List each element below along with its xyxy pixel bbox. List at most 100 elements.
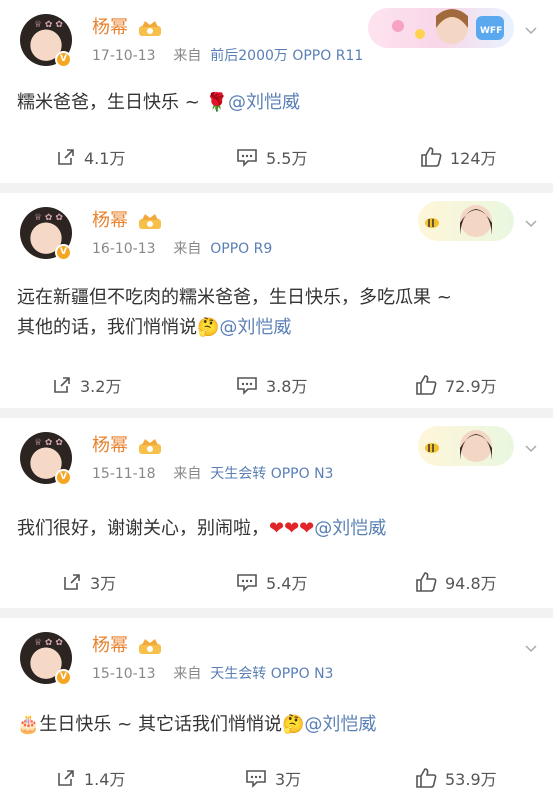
chevron-down-icon[interactable] [525,442,537,454]
post-meta: 16-10-13 来自 OPPO R9 [92,240,272,258]
rose-icon: 🌹 [205,92,228,113]
repost-icon [58,149,74,165]
comment-count: 5.5万 [266,149,308,168]
from-label: 来自 [173,48,202,64]
post-actions: 1.4万 3万 53.9万 [0,758,553,798]
thinking-face-icon: 🤔 [197,317,220,338]
card-decoration[interactable]: WFF [368,8,514,48]
repost-icon [58,770,74,786]
verified-badge-icon: V [55,51,72,68]
repost-button[interactable]: 3.2万 [52,365,121,405]
mention-link[interactable]: @刘恺威 [314,518,386,539]
mention-link[interactable]: @刘恺威 [219,317,291,338]
post-text-body: 糯米爸爸，生日快乐 ~ [17,92,206,113]
weibo-post: ♕ ✿ ✿ V 杨幂 15-11-18 来自 天生会转 OPPO N3 我们很好… [0,418,553,608]
thinking-face-icon: 🤔 [281,714,305,735]
verified-badge-icon: V [55,669,72,686]
post-source[interactable]: OPPO R9 [210,241,272,257]
post-text: 远在新疆但不吃肉的糯米爸爸，生日快乐，多吃瓜果 ~ 其他的话，我们悄悄说🤔@刘恺… [17,283,452,343]
comment-button[interactable]: 3.8万 [236,365,307,405]
username[interactable]: 杨幂 [92,17,128,39]
repost-button[interactable]: 3万 [62,562,116,602]
post-date: 15-10-13 [92,666,156,682]
comment-count: 3万 [275,770,302,789]
username[interactable]: 杨幂 [92,210,128,232]
post-actions: 4.1万 5.5万 124万 [0,137,553,177]
repost-icon [64,574,80,590]
weibo-post: ♕ ✿ ✿ V 杨幂 15-10-13 来自 天生会转 OPPO N3 🎂生日快… [0,618,553,800]
post-date: 16-10-13 [92,241,156,257]
repost-count: 4.1万 [84,149,126,168]
comment-icon [246,770,266,788]
repost-button[interactable]: 1.4万 [56,758,125,798]
post-source[interactable]: 前后2000万 OPPO R11 [210,48,363,64]
like-button[interactable]: 72.9万 [415,365,497,405]
post-date: 17-10-13 [92,48,156,64]
card-decoration[interactable] [418,426,514,466]
repost-count: 3万 [90,574,117,593]
thumbs-up-icon [421,147,442,167]
mention-link[interactable]: @刘恺威 [228,92,300,113]
post-text-line: 其他的话，我们悄悄说 [17,317,197,338]
hearts-icon: ❤❤❤ [269,518,315,539]
username[interactable]: 杨幂 [92,435,128,457]
post-date: 15-11-18 [92,466,156,482]
like-button[interactable]: 124万 [420,137,497,177]
comment-count: 3.8万 [266,377,308,396]
post-text-body: 我们很好，谢谢关心，别闹啦， [17,518,269,539]
post-source[interactable]: 天生会转 OPPO N3 [210,666,333,682]
separator [0,408,553,418]
from-label: 来自 [173,241,202,257]
card-decoration[interactable] [418,201,514,241]
vip-crown-icon [139,21,161,36]
verified-badge-icon: V [55,469,72,486]
separator [0,183,553,193]
repost-count: 1.4万 [84,770,126,789]
like-button[interactable]: 53.9万 [415,758,497,798]
repost-count: 3.2万 [80,377,122,396]
chevron-down-icon[interactable] [525,217,537,229]
post-text: 糯米爸爸，生日快乐 ~ 🌹@刘恺威 [17,88,300,118]
vip-crown-icon [139,214,161,229]
username[interactable]: 杨幂 [92,635,128,657]
from-label: 来自 [173,666,202,682]
comment-icon [237,377,257,395]
thumbs-up-icon [416,572,437,592]
cake-icon: 🎂 [17,714,40,735]
post-actions: 3.2万 3.8万 72.9万 [0,365,553,405]
post-meta: 15-11-18 来自 天生会转 OPPO N3 [92,465,333,483]
post-text: 我们很好，谢谢关心，别闹啦，❤❤❤@刘恺威 [17,514,386,544]
like-count: 72.9万 [445,377,497,396]
post-actions: 3万 5.4万 94.8万 [0,562,553,602]
post-meta: 15-10-13 来自 天生会转 OPPO N3 [92,665,333,683]
from-label: 来自 [173,466,202,482]
like-count: 124万 [450,149,497,168]
svg-text:WFF: WFF [480,26,502,36]
post-meta: 17-10-13 来自 前后2000万 OPPO R11 [92,47,363,65]
thumbs-up-icon [416,768,437,788]
weibo-post: ♕ ✿ ✿ V 杨幂 16-10-13 来自 OPPO R9 远在新疆但不吃肉的… [0,193,553,408]
weibo-post: ♕ ✿ ✿ V 杨幂 17-10-13 来自 前后2000万 OPPO R11 … [0,0,553,183]
separator [0,608,553,618]
comment-icon [237,149,257,167]
comment-icon [237,574,257,592]
thumbs-up-icon [416,375,437,395]
post-text: 🎂生日快乐 ~ 其它话我们悄悄说🤔@刘恺威 [17,710,376,740]
comment-count: 5.4万 [266,574,308,593]
post-text-body: 生日快乐 ~ 其它话我们悄悄说 [39,714,282,735]
repost-icon [54,377,70,393]
post-source[interactable]: 天生会转 OPPO N3 [210,466,333,482]
repost-button[interactable]: 4.1万 [56,137,125,177]
post-text-line: 远在新疆但不吃肉的糯米爸爸，生日快乐，多吃瓜果 ~ [17,287,452,308]
vip-crown-icon [139,639,161,654]
chevron-down-icon[interactable] [525,24,537,36]
like-count: 53.9万 [445,770,497,789]
like-button[interactable]: 94.8万 [415,562,497,602]
chevron-down-icon[interactable] [525,642,537,654]
vip-crown-icon [139,439,161,454]
comment-button[interactable]: 5.4万 [236,562,307,602]
comment-button[interactable]: 3万 [245,758,301,798]
comment-button[interactable]: 5.5万 [236,137,307,177]
verified-badge-icon: V [55,244,72,261]
mention-link[interactable]: @刘恺威 [304,714,376,735]
